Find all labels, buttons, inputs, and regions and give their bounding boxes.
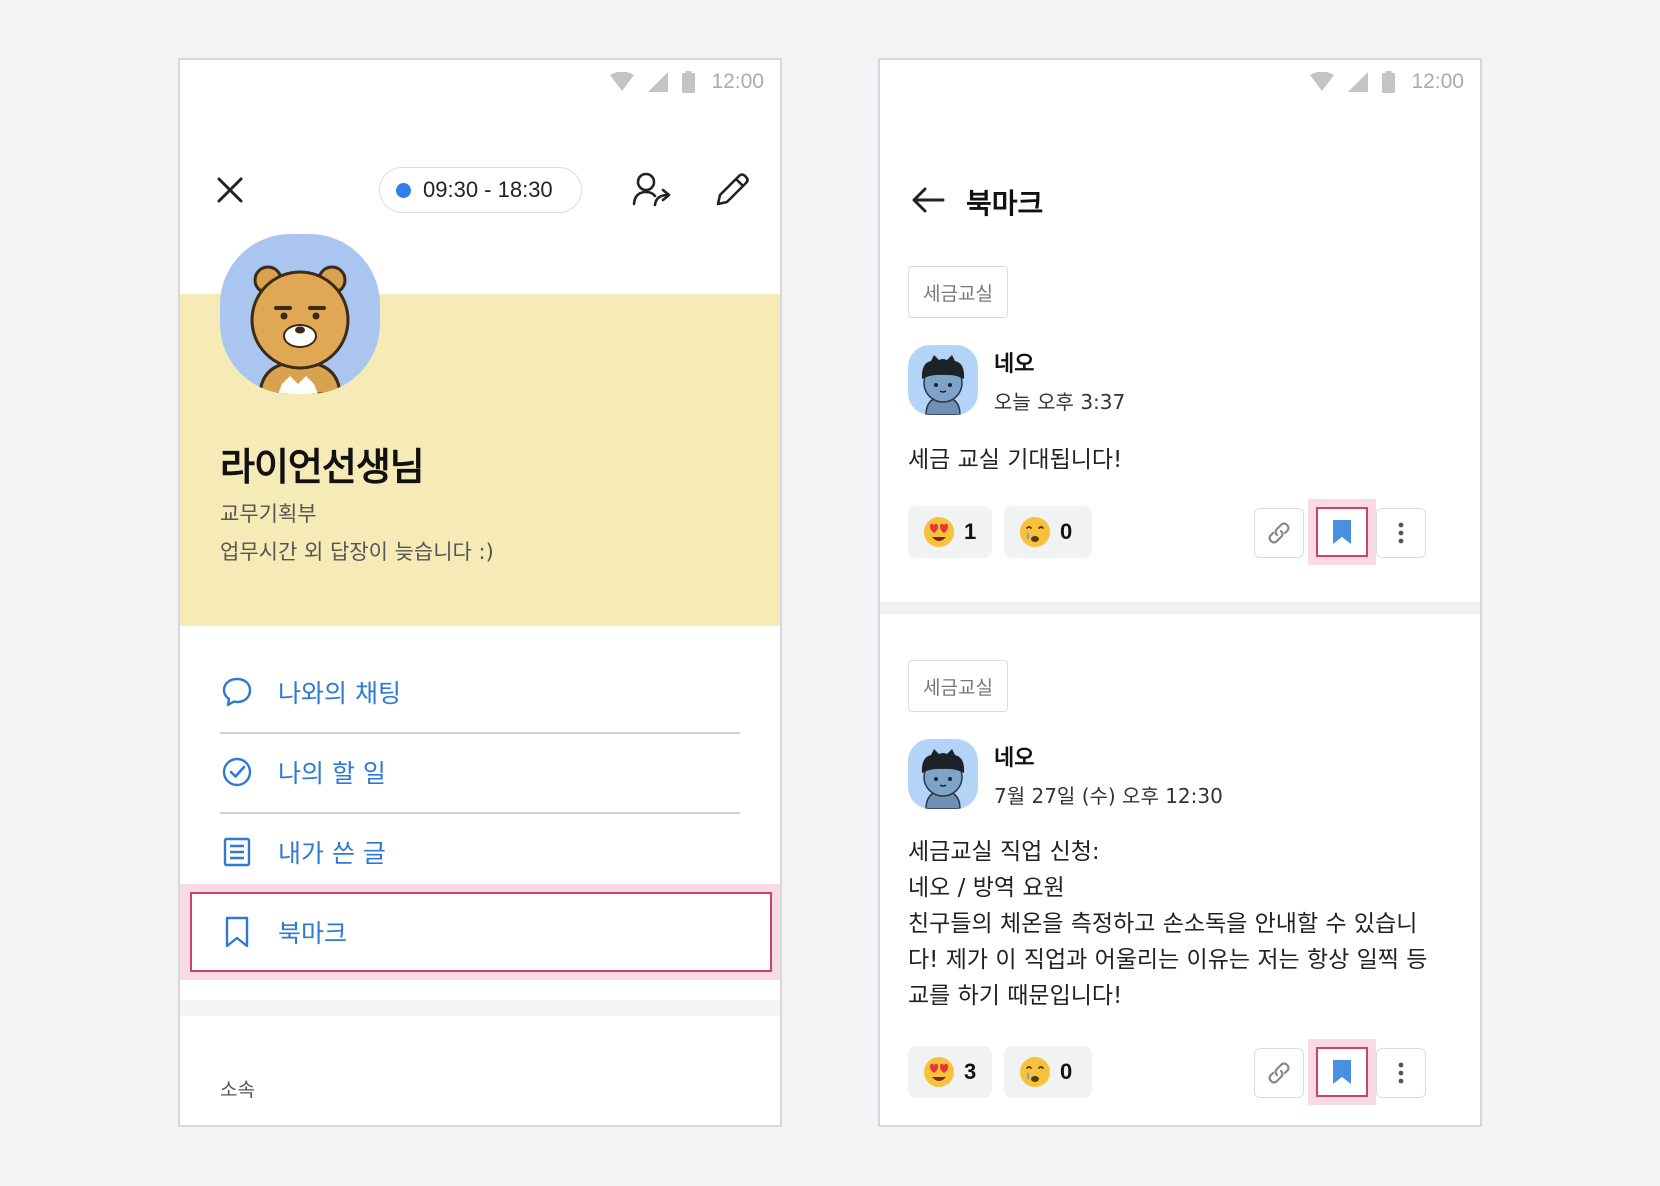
reaction-count: 3 — [964, 1059, 977, 1084]
menu-item-label: 나와의 채팅 — [278, 679, 401, 708]
post-tag[interactable]: 세금교실 — [908, 660, 1008, 712]
neo-character-icon — [921, 355, 965, 415]
bookmark-icon — [220, 915, 254, 949]
profile-avatar[interactable] — [220, 234, 380, 394]
crying-emoji-icon — [1020, 1057, 1050, 1087]
author-avatar[interactable] — [908, 345, 978, 415]
ryan-character-icon — [250, 265, 350, 394]
menu-item-my-posts[interactable]: 내가 쓴 글 — [220, 812, 740, 892]
profile-name: 라이언선생님 — [220, 445, 425, 489]
working-hours-text: 09:30 - 18:30 — [423, 177, 553, 202]
profile-status-message: 업무시간 외 답장이 늦습니다 :) — [220, 540, 494, 564]
battery-icon — [682, 71, 696, 93]
post-body: 세금교실 직업 신청: 네오 / 방역 요원 친구들의 체온을 측정하고 손소독… — [908, 839, 1428, 1009]
more-vertical-icon — [1398, 522, 1404, 544]
reaction-crying[interactable]: 0 — [1004, 1046, 1092, 1098]
back-button[interactable] — [906, 178, 950, 222]
menu-item-label: 북마크 — [278, 919, 348, 948]
more-options-button[interactable] — [1376, 1048, 1426, 1098]
chat-bubble-icon — [220, 675, 254, 709]
share-profile-button[interactable] — [628, 166, 678, 214]
reaction-heart-eyes[interactable]: 3 — [908, 1046, 992, 1098]
profile-header: 09:30 - 18:30 — [180, 160, 780, 220]
profile-department: 교무기획부 — [220, 502, 317, 526]
wifi-icon — [1310, 72, 1335, 91]
crying-emoji-icon — [1020, 517, 1050, 547]
menu-item-chat-with-me[interactable]: 나와의 채팅 — [220, 652, 740, 732]
pencil-icon — [716, 173, 749, 206]
check-circle-icon — [220, 755, 254, 789]
user-share-icon — [632, 172, 671, 207]
reaction-count: 0 — [1060, 1059, 1073, 1084]
post-body: 세금 교실 기대됩니다! — [908, 447, 1123, 473]
menu-item-bookmark[interactable]: 북마크 — [220, 892, 740, 972]
neo-character-icon — [921, 749, 965, 809]
copy-link-button[interactable] — [1254, 1048, 1304, 1098]
page-title: 북마크 — [966, 187, 1044, 220]
status-bar: 12:00 — [880, 60, 1480, 104]
reaction-count: 1 — [964, 519, 977, 544]
profile-screen: 12:00 09:30 - 18:30 라이언선생님 교무기획부 업무시간 외 … — [178, 58, 782, 1127]
menu-item-label: 나의 할 일 — [278, 759, 386, 788]
heart-eyes-emoji-icon — [924, 1057, 954, 1087]
heart-eyes-emoji-icon — [924, 517, 954, 547]
close-icon — [217, 177, 243, 203]
author-name[interactable]: 네오 — [994, 740, 1034, 772]
arrow-left-icon — [912, 187, 945, 213]
clock: 12:00 — [1411, 70, 1464, 93]
working-hours-pill[interactable]: 09:30 - 18:30 — [379, 167, 582, 213]
bookmark-screen: 12:00 북마크 세금교실 네오 오늘 오후 3:37 세금 교실 기대됩니다… — [878, 58, 1482, 1127]
bookmark-header: 북마크 — [880, 172, 1480, 228]
section-divider — [180, 1000, 780, 1016]
reaction-count: 0 — [1060, 519, 1073, 544]
reaction-crying[interactable]: 0 — [1004, 506, 1092, 558]
document-icon — [220, 835, 254, 869]
close-button[interactable] — [208, 168, 252, 212]
wifi-icon — [610, 72, 635, 91]
bookmark-filled-icon — [1333, 1060, 1351, 1084]
bookmark-toggle-button[interactable] — [1316, 1047, 1368, 1097]
post-tag[interactable]: 세금교실 — [908, 266, 1008, 318]
copy-link-button[interactable] — [1254, 508, 1304, 558]
edit-profile-button[interactable] — [708, 166, 756, 214]
more-vertical-icon — [1398, 1062, 1404, 1084]
status-bar: 12:00 — [180, 60, 780, 104]
signal-icon — [648, 72, 669, 92]
menu-item-label: 내가 쓴 글 — [278, 839, 386, 868]
post-time: 7월 27일 (수) 오후 12:30 — [994, 784, 1223, 808]
menu-item-my-todo[interactable]: 나의 할 일 — [220, 732, 740, 812]
link-icon — [1268, 1062, 1290, 1084]
affiliation-section-label: 소속 — [220, 1079, 255, 1101]
bookmark-filled-icon — [1333, 520, 1351, 544]
author-name[interactable]: 네오 — [994, 346, 1034, 378]
more-options-button[interactable] — [1376, 508, 1426, 558]
author-avatar[interactable] — [908, 739, 978, 809]
reaction-heart-eyes[interactable]: 1 — [908, 506, 992, 558]
post-separator — [880, 602, 1480, 614]
battery-icon — [1382, 71, 1396, 93]
bookmark-highlight — [1308, 499, 1376, 565]
clock: 12:00 — [711, 70, 764, 93]
availability-dot — [396, 182, 411, 198]
link-icon — [1268, 522, 1290, 544]
bookmark-toggle-button[interactable] — [1316, 507, 1368, 557]
post-time: 오늘 오후 3:37 — [994, 390, 1126, 414]
signal-icon — [1348, 72, 1369, 92]
bookmark-highlight — [1308, 1039, 1376, 1105]
